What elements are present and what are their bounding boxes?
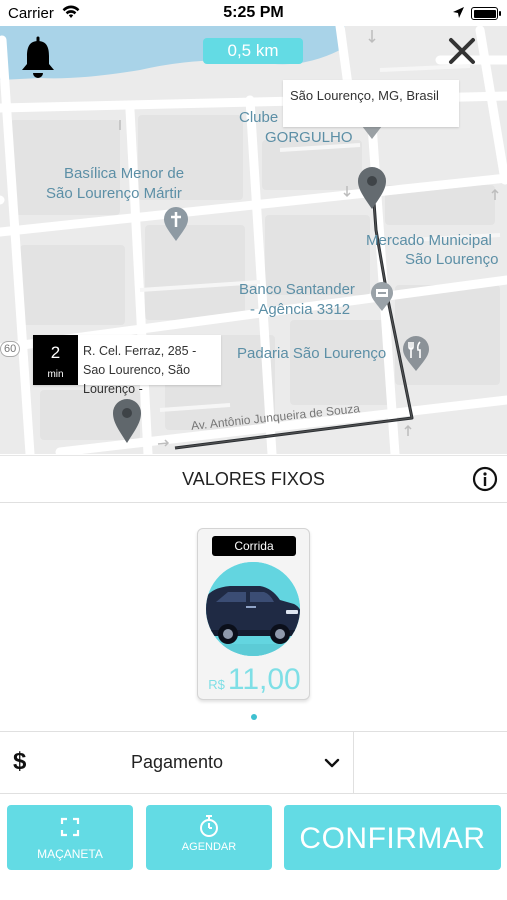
close-icon[interactable] (447, 36, 477, 66)
origin-pin-icon[interactable] (112, 398, 142, 444)
church-poi-icon[interactable] (163, 206, 189, 242)
chevron-down-icon[interactable] (323, 754, 341, 772)
map-label-road-badge: 60 (0, 341, 21, 357)
bank-poi-icon[interactable] (370, 282, 394, 312)
restaurant-poi-icon[interactable] (402, 336, 430, 372)
macaneta-label: MAÇANETA (37, 847, 103, 861)
payment-label: Pagamento (130, 752, 224, 772)
fixed-values-title: VALORES FIXOS (182, 469, 325, 489)
map-view[interactable]: Clube GORGULHO Basílica Menor de São Lou… (0, 26, 507, 454)
map-label-padaria: Padaria São Lourenço (237, 345, 387, 362)
clock: 5:25 PM (223, 4, 284, 21)
location-arrow-icon (453, 7, 464, 18)
eta-badge: 2 min (33, 335, 78, 385)
battery-icon (471, 7, 501, 20)
map-label-gorgulho: GORGULHO (265, 129, 353, 146)
map-label-banco-1: Banco Santander (239, 281, 355, 298)
car-image (206, 562, 300, 656)
map-label-mercado-2: São Lourenço (405, 251, 499, 268)
ride-price: R$ 11,00 (198, 663, 311, 697)
map-label-clube: Clube (239, 109, 279, 126)
app-root: Carrier 5:25 PM Clube GORGULHO Basílica … (0, 0, 507, 900)
carousel-page-indicator (251, 714, 257, 720)
confirm-button[interactable]: CONFIRMAR (284, 805, 501, 870)
payment-selector[interactable]: $ Pagamento (0, 731, 507, 794)
info-icon[interactable] (472, 466, 498, 492)
timer-icon (200, 815, 218, 837)
agendar-button[interactable]: AGENDAR (146, 805, 272, 870)
status-bar: Carrier 5:25 PM (0, 0, 507, 26)
eta-value: 2 (50, 343, 61, 362)
price-amount: 11,00 (227, 663, 301, 696)
origin-address: R. Cel. Ferraz, 285 - Sao Lourenco, São … (83, 344, 197, 396)
map-label-basilica-2: São Lourenço Mártir (46, 185, 182, 202)
expand-icon (60, 817, 80, 837)
destination-pin-icon[interactable] (357, 166, 387, 210)
map-label-basilica-1: Basílica Menor de (64, 165, 185, 182)
map-label-banco-2: - Agência 3312 (250, 301, 351, 318)
destination-callout-tail-icon (362, 126, 382, 139)
car-icon (206, 562, 300, 656)
distance-badge: 0,5 km (203, 38, 303, 64)
dollar-icon: $ (13, 748, 27, 775)
agendar-label: AGENDAR (181, 841, 237, 853)
bell-icon[interactable] (20, 36, 56, 78)
price-currency: R$ (208, 677, 225, 692)
fixed-values-header: VALORES FIXOS (0, 455, 507, 503)
payment-divider (353, 732, 354, 794)
destination-address: São Lourenço, MG, Brasil (290, 88, 439, 103)
map-label-mercado-1: Mercado Municipal (366, 232, 492, 249)
destination-callout[interactable]: São Lourenço, MG, Brasil (283, 80, 459, 127)
ride-type-tag: Corrida (212, 536, 296, 556)
ride-option-card[interactable]: Corrida R$ 11,00 (197, 528, 310, 700)
origin-callout[interactable]: 2 min R. Cel. Ferraz, 285 - Sao Lourenco… (33, 335, 221, 396)
eta-unit: min (47, 369, 64, 380)
macaneta-button[interactable]: MAÇANETA (7, 805, 133, 870)
confirm-label: CONFIRMAR (299, 822, 486, 855)
